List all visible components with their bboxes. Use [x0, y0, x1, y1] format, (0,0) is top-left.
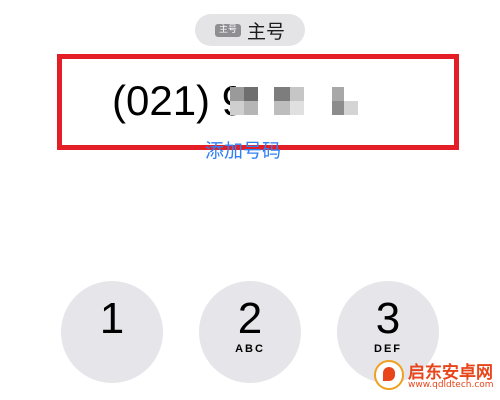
keypad-key-1[interactable]: 1 [61, 281, 163, 383]
watermark-url: www.qdldtech.com [408, 380, 494, 390]
key-digit: 2 [237, 294, 263, 343]
sim-badge-icon: 主号 [214, 23, 241, 37]
mosaic-block [273, 101, 290, 115]
mosaic-block [343, 101, 358, 115]
dialed-number: (021) 9 [112, 76, 380, 126]
mosaic-block [243, 101, 258, 115]
key-digit: 1 [99, 294, 125, 343]
keypad-key-2[interactable]: 2 ABC [199, 281, 301, 383]
sim-line-selector[interactable]: 主号 主号 [195, 14, 305, 46]
mosaic-block [243, 87, 258, 101]
dialer-screen: 主号 主号 (021) 9 添加号码 1 2 ABC 3 DEF 启东安卓网 w… [0, 0, 500, 400]
watermark-logo-icon [374, 360, 404, 390]
area-code: (021) [112, 77, 211, 124]
mosaic-block [331, 87, 344, 101]
key-letters: ABC [235, 343, 265, 355]
mosaic-block [273, 87, 290, 101]
key-letters: DEF [374, 343, 402, 355]
key-digit: 3 [375, 294, 401, 343]
sim-line-label: 主号 [247, 20, 286, 43]
mosaic-block [289, 101, 304, 115]
mosaic-block [229, 87, 244, 101]
number-spacer [210, 77, 222, 125]
mosaic-block [289, 87, 304, 101]
mosaic-block [331, 101, 344, 115]
mosaic-block [229, 101, 244, 115]
redacted-digits [229, 81, 380, 121]
site-watermark: 启东安卓网 www.qdldtech.com [374, 356, 498, 396]
add-number-link[interactable]: 添加号码 [205, 139, 281, 159]
